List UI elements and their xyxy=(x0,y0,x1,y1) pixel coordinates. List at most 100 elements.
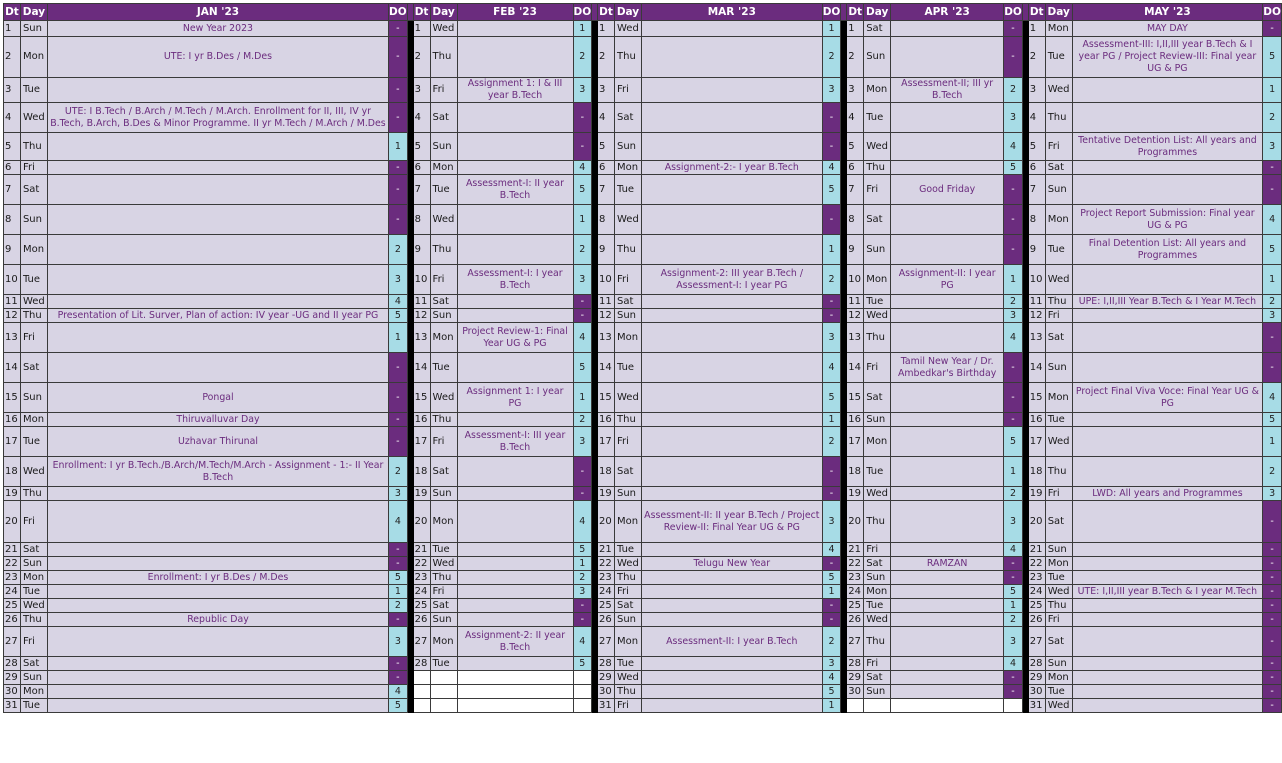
date-cell: 23 xyxy=(1027,570,1046,585)
event-cell xyxy=(890,584,1005,599)
weekday-cell: Sun xyxy=(863,684,892,699)
event-cell xyxy=(456,234,574,265)
date-cell: 28 xyxy=(412,656,431,671)
column-header-day: Day xyxy=(863,3,892,21)
weekday-cell: Fri xyxy=(429,584,458,599)
event-cell xyxy=(890,36,1005,78)
weekday-cell: Thu xyxy=(19,308,48,323)
weekday-cell: Thu xyxy=(19,132,48,161)
weekday-cell: Mon xyxy=(863,264,892,295)
day-order-cell: 2 xyxy=(572,412,593,427)
event-cell xyxy=(640,308,823,323)
weekday-cell: Thu xyxy=(863,322,892,353)
day-order-cell: 5 xyxy=(388,308,408,323)
date-cell: 19 xyxy=(3,486,21,501)
event-cell xyxy=(456,204,574,235)
date-cell: 2 xyxy=(1027,36,1046,78)
weekday-cell: Sun xyxy=(1044,542,1073,557)
weekday-cell: Sun xyxy=(614,308,642,323)
date-cell: 1 xyxy=(846,20,865,37)
event-cell xyxy=(640,102,823,133)
day-order-cell: 1 xyxy=(1262,77,1282,103)
date-cell: 19 xyxy=(846,486,865,501)
date-cell: 27 xyxy=(412,626,431,657)
event-cell: Telugu New Year xyxy=(640,556,823,571)
weekday-cell: Fri xyxy=(19,626,48,657)
date-cell: 8 xyxy=(3,204,21,235)
event-cell: Project Review-1: Final Year UG & PG xyxy=(456,322,574,353)
date-cell: 26 xyxy=(846,612,865,627)
event-cell xyxy=(890,542,1005,557)
event-cell: Thiruvalluvar Day xyxy=(46,412,390,427)
column-header-day: Day xyxy=(1044,3,1073,21)
event-cell xyxy=(456,132,574,161)
weekday-cell: Tue xyxy=(614,174,642,205)
event-cell xyxy=(46,598,390,613)
event-cell xyxy=(890,612,1005,627)
weekday-cell xyxy=(429,670,458,685)
day-order-cell: 3 xyxy=(1262,308,1282,323)
date-cell: 30 xyxy=(597,684,615,699)
column-header-dt: Dt xyxy=(846,3,865,21)
weekday-cell: Sat xyxy=(863,556,892,571)
event-cell xyxy=(640,426,823,457)
event-cell xyxy=(46,656,390,671)
event-cell xyxy=(456,670,574,685)
weekday-cell: Tue xyxy=(1044,36,1073,78)
weekday-cell: Sun xyxy=(429,486,458,501)
table-row: 7 Sat -7 Tue Assessment-I: II year B.Tech 5 7 T… xyxy=(3,174,1282,205)
day-order-cell: 1 xyxy=(572,20,593,37)
date-cell: 27 xyxy=(1027,626,1046,657)
event-cell xyxy=(1071,626,1264,657)
weekday-cell xyxy=(429,684,458,699)
day-order-cell: 1 xyxy=(1003,598,1023,613)
weekday-cell: Sun xyxy=(1044,174,1073,205)
weekday-cell: Mon xyxy=(19,412,48,427)
day-order-cell: - xyxy=(821,102,842,133)
day-order-cell: 3 xyxy=(1262,486,1282,501)
date-cell: 16 xyxy=(597,412,615,427)
event-cell: Assignment-2: III year B.Tech / Assessme… xyxy=(640,264,823,295)
event-cell xyxy=(890,500,1005,543)
day-order-cell: - xyxy=(1262,556,1282,571)
weekday-cell: Mon xyxy=(19,36,48,78)
event-cell xyxy=(1071,102,1264,133)
event-cell xyxy=(456,20,574,37)
table-row: 9 Mon 2 9 Thu 2 9 Thu 1 9 Sun -9 Tue Final Detention … xyxy=(3,234,1282,265)
event-cell xyxy=(46,670,390,685)
event-cell xyxy=(890,20,1005,37)
event-cell xyxy=(890,204,1005,235)
date-cell: 30 xyxy=(846,684,865,699)
weekday-cell: Wed xyxy=(1044,698,1073,713)
day-order-cell: - xyxy=(388,77,408,103)
weekday-cell: Sun xyxy=(863,36,892,78)
date-cell: 16 xyxy=(3,412,21,427)
event-cell: Assignment 1: I year PG xyxy=(456,382,574,413)
day-order-cell: - xyxy=(572,132,593,161)
weekday-cell: Tue xyxy=(614,656,642,671)
table-row: 30 Mon 4 30 Thu 5 30 Sun -30 Tue - xyxy=(3,684,1282,699)
weekday-cell: Mon xyxy=(19,684,48,699)
date-cell: 28 xyxy=(846,656,865,671)
day-order-cell: 5 xyxy=(572,656,593,671)
weekday-cell: Fri xyxy=(614,77,642,103)
date-cell: 17 xyxy=(846,426,865,457)
day-order-cell: 4 xyxy=(821,352,842,383)
weekday-cell: Mon xyxy=(863,77,892,103)
day-order-cell: 2 xyxy=(388,234,408,265)
table-row: 21 Sat -21 Tue 5 21 Tue 4 21 Fri 4 21 Sun - xyxy=(3,542,1282,557)
event-cell: Pongal xyxy=(46,382,390,413)
date-cell: 13 xyxy=(846,322,865,353)
date-cell: 5 xyxy=(597,132,615,161)
day-order-cell: 1 xyxy=(388,132,408,161)
weekday-cell: Sun xyxy=(19,556,48,571)
event-cell: Assessment-I: I year B.Tech xyxy=(456,264,574,295)
date-cell: 15 xyxy=(1027,382,1046,413)
table-row: 10 Tue 3 10 Fri Assessment-I: I year B.Tech 3 1… xyxy=(3,264,1282,295)
day-order-cell: 4 xyxy=(572,626,593,657)
day-order-cell: 3 xyxy=(388,264,408,295)
weekday-cell: Sat xyxy=(429,102,458,133)
table-row: 8 Sun -8 Wed 1 8 Wed -8 Sat -8 Mon Project Report S… xyxy=(3,204,1282,235)
day-order-cell: - xyxy=(1262,584,1282,599)
date-cell: 25 xyxy=(597,598,615,613)
